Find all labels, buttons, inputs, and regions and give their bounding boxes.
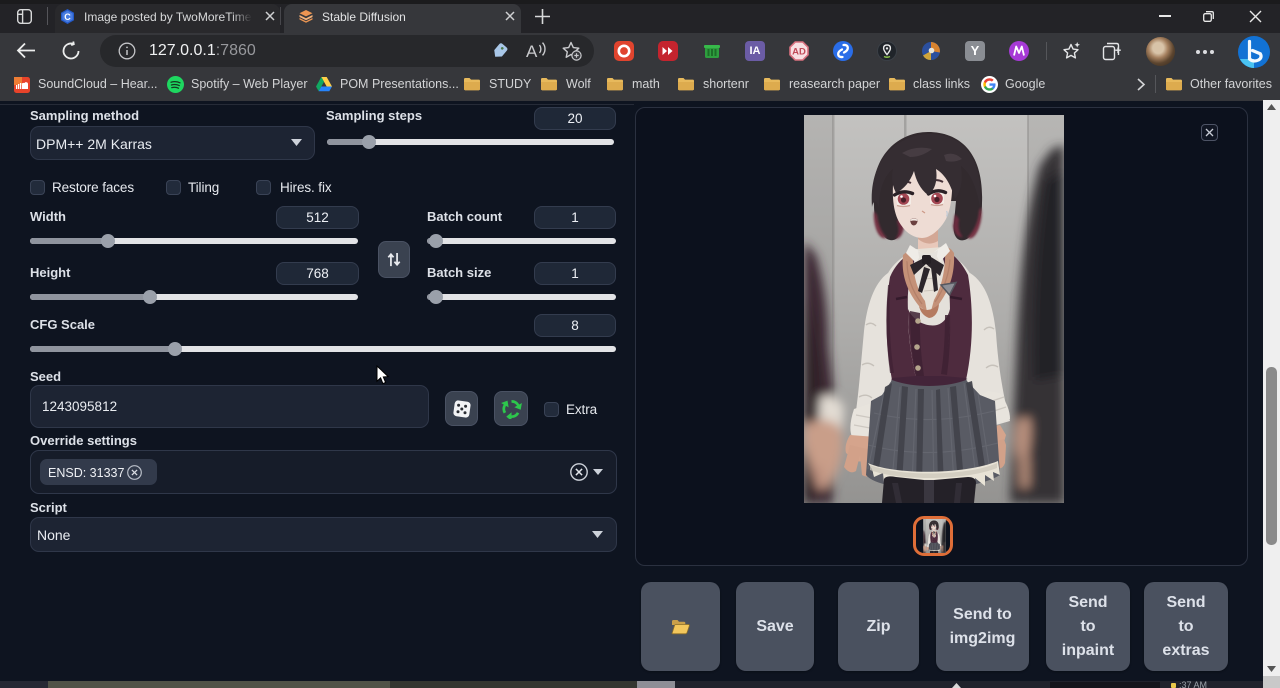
svg-text:AD: AD <box>792 47 806 58</box>
svg-text:A: A <box>526 42 538 61</box>
svg-text:C: C <box>64 12 71 22</box>
